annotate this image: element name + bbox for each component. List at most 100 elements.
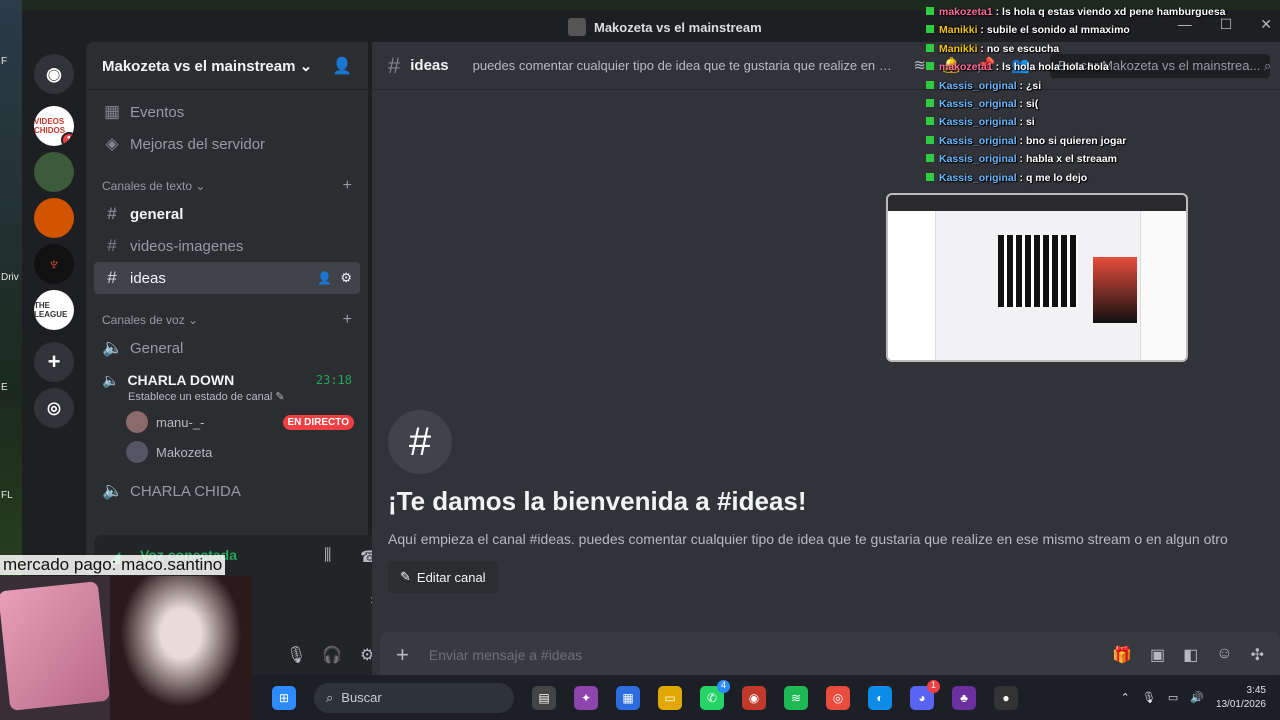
badge-icon — [926, 135, 934, 144]
clock[interactable]: 3:45 13/01/2026 — [1216, 684, 1266, 712]
color-picker — [1093, 257, 1137, 323]
guild-icon[interactable] — [34, 152, 74, 192]
chat-line: Kassis_original : si — [926, 116, 1236, 134]
chrome-icon[interactable]: ◎ — [826, 685, 850, 710]
add-attachment-icon[interactable]: + — [396, 642, 409, 668]
welcome-description: Aquí empieza el canal #ideas. puedes com… — [388, 531, 1228, 547]
add-member-icon[interactable]: 👤 — [332, 56, 352, 76]
voice-user[interactable]: Makozeta — [94, 437, 360, 467]
task-view-icon[interactable]: ▤ — [532, 685, 556, 710]
chat-message: si — [1025, 116, 1035, 129]
volume-icon[interactable]: 🔊 — [1190, 691, 1204, 704]
spotify-icon[interactable]: ≋ — [784, 685, 808, 710]
add-channel-icon[interactable]: + — [343, 177, 352, 195]
headphones-icon[interactable]: 🎧 — [322, 645, 342, 665]
channel-videos-imagenes[interactable]: # videos-imagenes — [94, 230, 360, 262]
invite-icon[interactable]: 👤 — [317, 271, 332, 285]
chat-line: Manikki : subile el sonido al mmaximo — [926, 24, 1236, 42]
gear-icon[interactable]: ⚙ — [340, 270, 352, 286]
gift-icon[interactable]: 🎁 — [1112, 645, 1132, 665]
threads-icon[interactable]: ≋ — [913, 56, 926, 74]
voice-channel-charla-chida[interactable]: 🔈 CHARLA CHIDA — [94, 475, 360, 507]
apps-icon[interactable]: ✣ — [1251, 645, 1264, 665]
gif-icon[interactable]: ▣ — [1150, 645, 1165, 665]
category-text[interactable]: Canales de texto ⌄ + — [86, 174, 368, 198]
chat-user: makozeta1 — [939, 61, 993, 74]
chat-message: q me lo dejo — [1025, 171, 1088, 184]
app-icon[interactable]: ◉ — [742, 685, 766, 710]
chat-line: Kassis_original : si( — [926, 98, 1236, 116]
unread-badge: 1 — [61, 132, 74, 146]
sidebar-item-mejoras[interactable]: ◈ Mejoras del servidor — [94, 128, 360, 160]
badge-icon — [926, 98, 934, 107]
soundboard-icon[interactable]: ⫼ — [324, 547, 331, 565]
discord-icon[interactable]: ◕ 1 — [910, 679, 940, 710]
chat-line: Kassis_original : ¿si — [926, 80, 1236, 98]
add-channel-icon[interactable]: + — [343, 311, 352, 329]
hash-icon: # — [107, 204, 117, 223]
window-title: Makozeta vs el mainstream — [594, 19, 762, 35]
server-icon — [568, 18, 586, 36]
badge-icon — [926, 117, 934, 126]
network-icon[interactable]: ▭ — [1168, 691, 1178, 704]
badge-icon — [926, 62, 934, 71]
store-icon[interactable]: ▦ — [616, 685, 640, 710]
category-voice[interactable]: Canales de voz ⌄ + — [86, 308, 368, 332]
desktop-label: F — [1, 56, 8, 67]
emoji-icon[interactable]: ☺ — [1216, 645, 1232, 665]
chat-user: Kassis_original — [939, 171, 1017, 184]
badge-icon — [926, 80, 934, 89]
folder-icon[interactable]: ▭ — [658, 685, 682, 710]
server-name: Makozeta vs el mainstream — [102, 57, 296, 75]
guild-icon[interactable] — [34, 198, 74, 238]
sidebar-item-eventos[interactable]: ▦ Eventos — [94, 96, 360, 128]
badge-icon — [926, 7, 934, 15]
chat-message: si( — [1025, 97, 1039, 110]
chat-line: Manikki : no se escucha — [926, 43, 1236, 61]
chat-user: Manikki — [939, 24, 978, 37]
desktop-label: FL — [1, 490, 13, 501]
taskbar-search[interactable]: ⌕ Buscar — [314, 682, 514, 713]
chat-message: bno si quieren jogar — [1025, 134, 1127, 147]
live-badge: EN DIRECTO — [282, 414, 354, 430]
message-composer[interactable]: + Enviar mensaje a #ideas 🎁 ▣ ◧ ☺ ✣ — [380, 632, 1280, 675]
sticker-icon[interactable]: ◧ — [1183, 645, 1198, 665]
chat-message: ls hola hola hola hola — [1002, 61, 1109, 74]
voice-channel-general[interactable]: 🔈 General — [94, 332, 360, 364]
microphone-icon[interactable]: 🎙 — [1142, 691, 1156, 704]
add-server-icon[interactable]: + — [34, 342, 74, 382]
channel-topic[interactable]: puedes comentar cualquier tipo de idea q… — [473, 58, 893, 73]
stream-chat-overlay: makozeta1 : ls hola q estas viendo xd pe… — [926, 6, 1236, 190]
guild-the-league[interactable]: THE LEAGUE — [34, 290, 74, 330]
chat-message: ¿si — [1025, 79, 1042, 92]
chat-user: makozeta1 — [939, 6, 993, 18]
badge-icon — [926, 154, 934, 163]
chevron-up-icon[interactable]: ⌃ — [1121, 691, 1130, 704]
channel-general[interactable]: # general — [94, 198, 360, 230]
app-icon[interactable]: ♣ — [952, 685, 976, 710]
stream-preview[interactable] — [886, 193, 1188, 362]
copilot-icon[interactable]: ✦ — [574, 685, 598, 710]
message-input[interactable]: Enviar mensaje a #ideas — [429, 647, 582, 663]
server-header[interactable]: Makozeta vs el mainstream ⌄ 👤 — [86, 42, 368, 90]
edit-channel-button[interactable]: ✎ Editar canal — [388, 561, 498, 593]
donation-text: mercado pago: maco.santino — [0, 555, 226, 575]
search-icon: ⌕ — [326, 689, 334, 705]
whatsapp-icon[interactable]: ✆ 4 — [700, 679, 730, 710]
voice-user[interactable]: manu-_- EN DIRECTO — [94, 407, 360, 437]
discover-icon[interactable]: ◎ — [34, 388, 74, 428]
hash-icon: # — [388, 410, 452, 474]
boost-icon: ◈ — [105, 134, 119, 153]
channel-ideas[interactable]: # ideas 👤 ⚙ — [94, 262, 360, 294]
wings-image — [110, 576, 252, 720]
start-icon[interactable]: ⊞ — [272, 685, 296, 710]
microphone-icon[interactable]: 🎙 — [286, 645, 306, 665]
edge-icon[interactable]: ◐ — [868, 685, 892, 710]
discord-home-icon[interactable]: ◉ — [34, 54, 74, 94]
guild-icon[interactable]: ♆ — [34, 244, 74, 284]
obs-icon[interactable]: ● — [994, 685, 1018, 710]
close-icon[interactable]: ✕ — [1260, 16, 1272, 33]
channel-status[interactable]: Establece un estado de canal ✎ — [86, 390, 368, 403]
guild-videos-chidos[interactable]: VIDEOS CHIDOS 1 — [34, 106, 74, 146]
chat-user: Kassis_original — [939, 116, 1017, 129]
